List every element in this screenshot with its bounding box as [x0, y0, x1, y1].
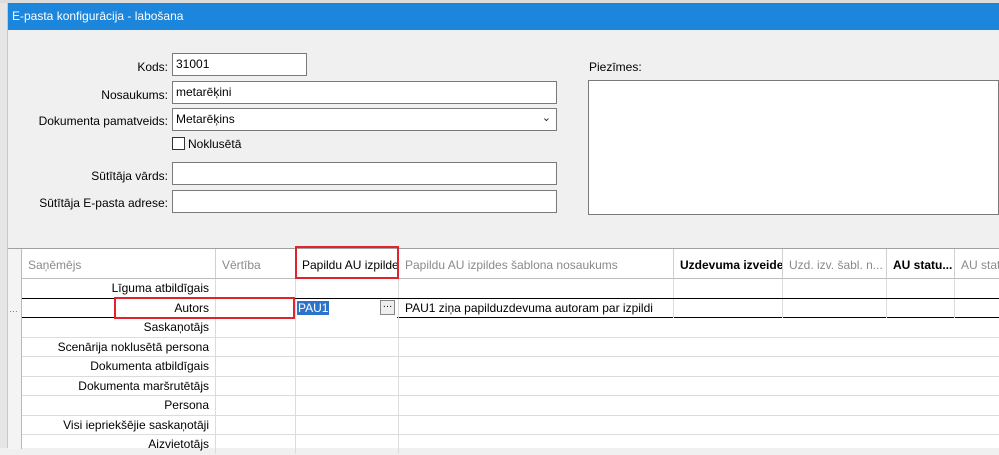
cell-uzdevuma-izveide[interactable] — [674, 299, 783, 318]
col-header-papildu-au-izpilde[interactable]: Papildu AU izpilde — [296, 249, 399, 279]
kods-label: Kods: — [137, 60, 168, 74]
ellipsis-icon[interactable]: … — [380, 300, 395, 315]
cell-vertiba[interactable] — [216, 357, 296, 376]
col-header-vertiba[interactable]: Vērtība — [216, 249, 296, 279]
table-row[interactable]: Dokumenta maršrutētājs — [22, 376, 999, 396]
cell-papildu[interactable] — [296, 376, 399, 396]
cell-sablons: PAU1 ziņa papilduzdevuma autoram par izp… — [399, 299, 674, 318]
cell-au-statuss[interactable] — [887, 299, 955, 318]
dokumenta-pamatveids-select[interactable]: Metarēķins ⌄ — [172, 108, 557, 131]
row-indicator-column: … — [8, 249, 22, 449]
cell-uzdevuma-izveide[interactable] — [674, 279, 783, 298]
cell-papildu[interactable] — [296, 396, 399, 415]
cell-sanemejs: Aizvietotājs — [22, 435, 216, 454]
cell-sanemejs: Dokumenta atbildīgais — [22, 357, 216, 376]
noklusets-label: Noklusētā — [188, 137, 242, 151]
table-row[interactable]: Dokumenta atbildīgais — [22, 357, 999, 377]
col-header-papildu-au-sablona-nosaukums[interactable]: Papildu AU izpildes šablona nosaukums — [399, 249, 674, 279]
papildu-au-value[interactable]: PAU1 — [297, 301, 330, 315]
noklusets-checkbox[interactable] — [172, 137, 185, 150]
cell-sanemejs: Autors — [22, 299, 216, 318]
table-row[interactable]: Saskaņotājs — [22, 318, 999, 338]
table-row[interactable]: Aizvietotājs — [22, 435, 999, 455]
cell-sanemejs: Dokumenta maršrutētājs — [22, 376, 216, 396]
sutitaja-epasts-label: Sūtītāja E-pasta adrese: — [39, 196, 168, 210]
cell-sanemejs: Saskaņotājs — [22, 318, 216, 337]
piezimes-textarea[interactable] — [588, 80, 999, 215]
cell-papildu[interactable] — [296, 357, 399, 376]
nosaukums-input[interactable]: metarēķini — [172, 81, 557, 104]
ellipsis-icon: … — [9, 304, 18, 314]
cell-au-statuss[interactable] — [887, 279, 955, 298]
cell-vertiba[interactable] — [216, 396, 296, 415]
col-header-uzdevuma-izveide[interactable]: Uzdevuma izveide — [674, 249, 783, 279]
cell-uzd-izv-sabl — [783, 299, 887, 318]
cell-vertiba[interactable] — [216, 299, 296, 318]
table-row[interactable]: Līguma atbildīgais — [22, 279, 999, 299]
cell-vertiba[interactable] — [216, 435, 296, 454]
cell-papildu[interactable] — [296, 435, 399, 454]
cell-vertiba[interactable] — [216, 279, 296, 298]
background-window-edge — [0, 3, 8, 448]
table-row-active[interactable]: Autors PAU1 … PAU1 ziņa papilduzdevuma a… — [22, 298, 999, 318]
sutitaja-epasts-input[interactable] — [172, 190, 557, 213]
cell-vertiba[interactable] — [216, 337, 296, 357]
email-config-dialog: Kods: 31001 Nosaukums: metarēķini Dokume… — [8, 30, 999, 454]
cell-vertiba[interactable] — [216, 415, 296, 435]
cell-uzd-izv-sabl — [783, 279, 887, 298]
cell-papildu[interactable] — [296, 318, 399, 337]
col-header-au-statuss[interactable]: AU statu... — [887, 249, 955, 279]
dokumenta-pamatveids-label: Dokumenta pamatveids: — [38, 114, 168, 128]
cell-papildu[interactable] — [296, 337, 399, 357]
recipients-grid: … Saņēmējs Vērtība Papildu AU izpilde Pa… — [8, 246, 999, 454]
nosaukums-label: Nosaukums: — [101, 88, 168, 102]
cell-papildu-editing[interactable]: PAU1 … — [296, 299, 399, 318]
cell-sablons — [399, 279, 674, 298]
sutitaja-vards-label: Sūtītāja vārds: — [91, 169, 168, 183]
chevron-down-icon[interactable]: ⌄ — [542, 111, 551, 124]
window-title-bar[interactable]: E-pasta konfigurācija - labošana — [8, 3, 999, 30]
papildu-au-editor[interactable]: PAU1 … — [296, 299, 397, 318]
piezimes-label: Piezīmes: — [589, 60, 642, 74]
table-row[interactable]: Scenārija noklusētā persona — [22, 337, 999, 357]
col-header-au-statuss-2[interactable]: AU statu — [955, 249, 999, 279]
cell-papildu[interactable] — [296, 279, 399, 298]
col-header-sanemejs[interactable]: Saņēmējs — [22, 249, 216, 279]
table-row[interactable]: Visi iepriekšējie saskaņotāji — [22, 415, 999, 435]
cell-sanemejs: Līguma atbildīgais — [22, 279, 216, 298]
cell-sanemejs: Scenārija noklusētā persona — [22, 337, 216, 357]
sutitaja-vards-input[interactable] — [172, 162, 557, 185]
window-title: E-pasta konfigurācija - labošana — [12, 9, 184, 23]
col-header-uzd-izv-sabl[interactable]: Uzd. izv. šabl. n... — [783, 249, 887, 279]
cell-sanemejs: Visi iepriekšējie saskaņotāji — [22, 415, 216, 435]
kods-input[interactable]: 31001 — [172, 53, 307, 76]
cell-papildu[interactable] — [296, 415, 399, 435]
cell-vertiba[interactable] — [216, 376, 296, 396]
cell-vertiba[interactable] — [216, 318, 296, 337]
table-row[interactable]: Persona — [22, 396, 999, 416]
cell-sanemejs: Persona — [22, 396, 216, 415]
dokumenta-pamatveids-value: Metarēķins — [176, 112, 235, 126]
